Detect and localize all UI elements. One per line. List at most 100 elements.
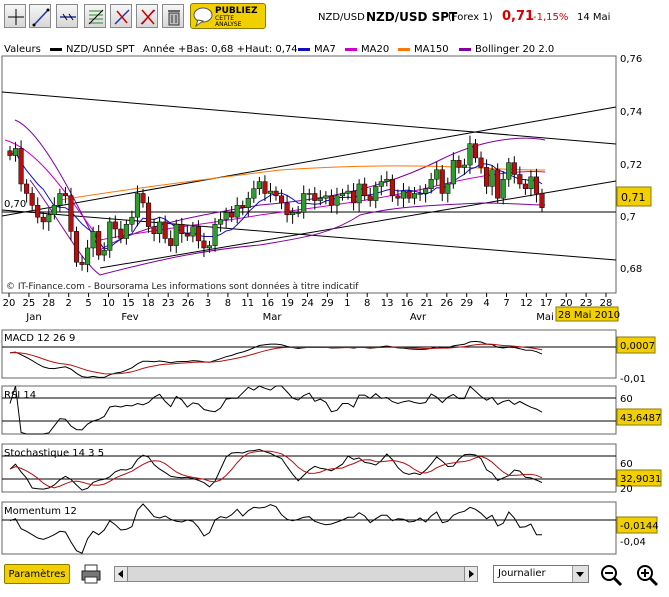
cursor-date-label: 28 Mai 2010 bbox=[558, 310, 620, 321]
date-tick-label: 12 bbox=[520, 298, 533, 309]
date-tick-label: 24 bbox=[301, 298, 314, 309]
candle-body bbox=[173, 224, 179, 246]
zoom-out-button[interactable] bbox=[598, 562, 624, 588]
chart-area[interactable]: 0,76 0,74 0,72 0,7 0,68 0,70 0,7 1 © IT-F… bbox=[0, 0, 669, 560]
date-tick-label: 1 bbox=[344, 298, 350, 309]
macd-value-label: 0,0007 bbox=[620, 341, 655, 352]
candle-body bbox=[212, 224, 218, 246]
candle-body bbox=[7, 150, 13, 156]
candle-body bbox=[284, 202, 290, 216]
bollinger-upper-line bbox=[14, 119, 546, 251]
ma20-line bbox=[4, 139, 546, 241]
rsi-line bbox=[9, 385, 543, 435]
date-axis: 20 25 28 2 5 10 15 18 23 26 3 8 11 16 19 24 29 1 8 13 16 21 26… bbox=[3, 293, 612, 309]
candle-body bbox=[57, 193, 63, 206]
date-tick-label: 16 bbox=[261, 298, 274, 309]
momentum-line bbox=[9, 503, 542, 554]
arrow-right-icon bbox=[469, 570, 474, 578]
candle-body bbox=[24, 183, 30, 194]
y-tick-label: 0,7 bbox=[620, 212, 636, 223]
scroll-left-button[interactable] bbox=[114, 566, 128, 582]
candle-body bbox=[256, 181, 262, 189]
date-tick-label: 25 bbox=[23, 298, 36, 309]
candle-body bbox=[450, 160, 456, 185]
candle-body bbox=[367, 195, 373, 201]
candle-body bbox=[201, 240, 207, 249]
candle-body bbox=[162, 221, 168, 239]
momentum-y-tick: -0,04 bbox=[620, 537, 646, 548]
candle-body bbox=[68, 195, 74, 232]
candle-body bbox=[472, 143, 479, 159]
candle-body bbox=[478, 157, 484, 168]
candle-body bbox=[134, 193, 141, 218]
candle-body bbox=[456, 160, 462, 168]
macd-y-tick: -0,01 bbox=[620, 374, 646, 385]
candle-body bbox=[168, 238, 174, 246]
month-label: Mai bbox=[536, 312, 554, 323]
candle-body bbox=[118, 228, 124, 239]
candle-body bbox=[406, 190, 412, 199]
zoom-in-button[interactable] bbox=[634, 562, 660, 588]
candle-body bbox=[96, 231, 102, 256]
candle-body bbox=[35, 205, 41, 218]
left-price-label: 0,70 bbox=[4, 199, 26, 210]
candle-body bbox=[62, 193, 68, 197]
print-button[interactable] bbox=[80, 563, 102, 585]
date-tick-label: 10 bbox=[102, 298, 115, 309]
candle-body bbox=[295, 212, 301, 214]
candle-body bbox=[395, 195, 401, 199]
y-tick-label: 0,68 bbox=[620, 264, 642, 275]
candle-body bbox=[240, 205, 246, 208]
date-tick-label: 15 bbox=[122, 298, 135, 309]
rsi-title: RSI 14 bbox=[4, 390, 36, 401]
candle-body bbox=[334, 195, 340, 206]
date-tick-label: 23 bbox=[162, 298, 175, 309]
candle-body bbox=[306, 193, 312, 195]
candle-body bbox=[29, 193, 35, 206]
candle-body bbox=[317, 197, 323, 201]
macd-signal-line bbox=[9, 343, 543, 375]
rsi-value-label: 43,6487 bbox=[620, 413, 661, 424]
candle-body bbox=[389, 178, 395, 197]
candle-body bbox=[445, 183, 451, 194]
date-tick-label: 11 bbox=[241, 298, 254, 309]
candle-body bbox=[484, 167, 490, 187]
candle-body bbox=[467, 143, 473, 166]
candle-body bbox=[179, 224, 185, 235]
candle-body bbox=[461, 164, 467, 168]
candle-body bbox=[417, 193, 423, 195]
candle-body bbox=[500, 178, 506, 199]
price-y-axis: 0,76 0,74 0,72 0,7 0,68 bbox=[620, 54, 642, 275]
candle-body bbox=[245, 197, 251, 208]
date-tick-label: 13 bbox=[381, 298, 394, 309]
macd-panel-frame bbox=[1, 329, 617, 379]
zoom-out-icon bbox=[601, 565, 623, 587]
watermark: © IT-Finance.com - Boursorama Les inform… bbox=[6, 281, 359, 292]
candle-body bbox=[129, 216, 135, 225]
momentum-title: Momentum 12 bbox=[4, 506, 77, 517]
y-tick-label: 0,76 bbox=[620, 54, 642, 65]
period-select-value: Journalier bbox=[498, 568, 546, 579]
candle-body bbox=[323, 195, 329, 199]
candle-body bbox=[112, 221, 118, 230]
candle-body bbox=[312, 193, 318, 201]
y-tick-label: 0,72 bbox=[620, 160, 642, 171]
candle-body bbox=[46, 214, 52, 223]
date-tick-label: 18 bbox=[142, 298, 155, 309]
macd-title: MACD 12 26 9 bbox=[4, 333, 75, 344]
stoch-y-tick: 60 bbox=[620, 459, 633, 470]
stoch-y-tick: 20 bbox=[620, 484, 633, 495]
scrollbar-track[interactable] bbox=[128, 566, 464, 582]
trend-line[interactable] bbox=[1, 91, 617, 145]
date-tick-label: 8 bbox=[225, 298, 231, 309]
candle-body bbox=[290, 212, 296, 216]
period-select[interactable]: Journalier bbox=[493, 565, 589, 583]
candle-body bbox=[489, 169, 495, 187]
candle-body bbox=[107, 221, 113, 251]
candle-body bbox=[539, 193, 545, 208]
date-tick-label: 5 bbox=[85, 298, 91, 309]
scroll-right-button[interactable] bbox=[464, 566, 478, 582]
params-button[interactable]: Paramètres bbox=[4, 564, 70, 584]
chevron-down-icon bbox=[572, 566, 588, 582]
candle-body bbox=[384, 178, 390, 182]
